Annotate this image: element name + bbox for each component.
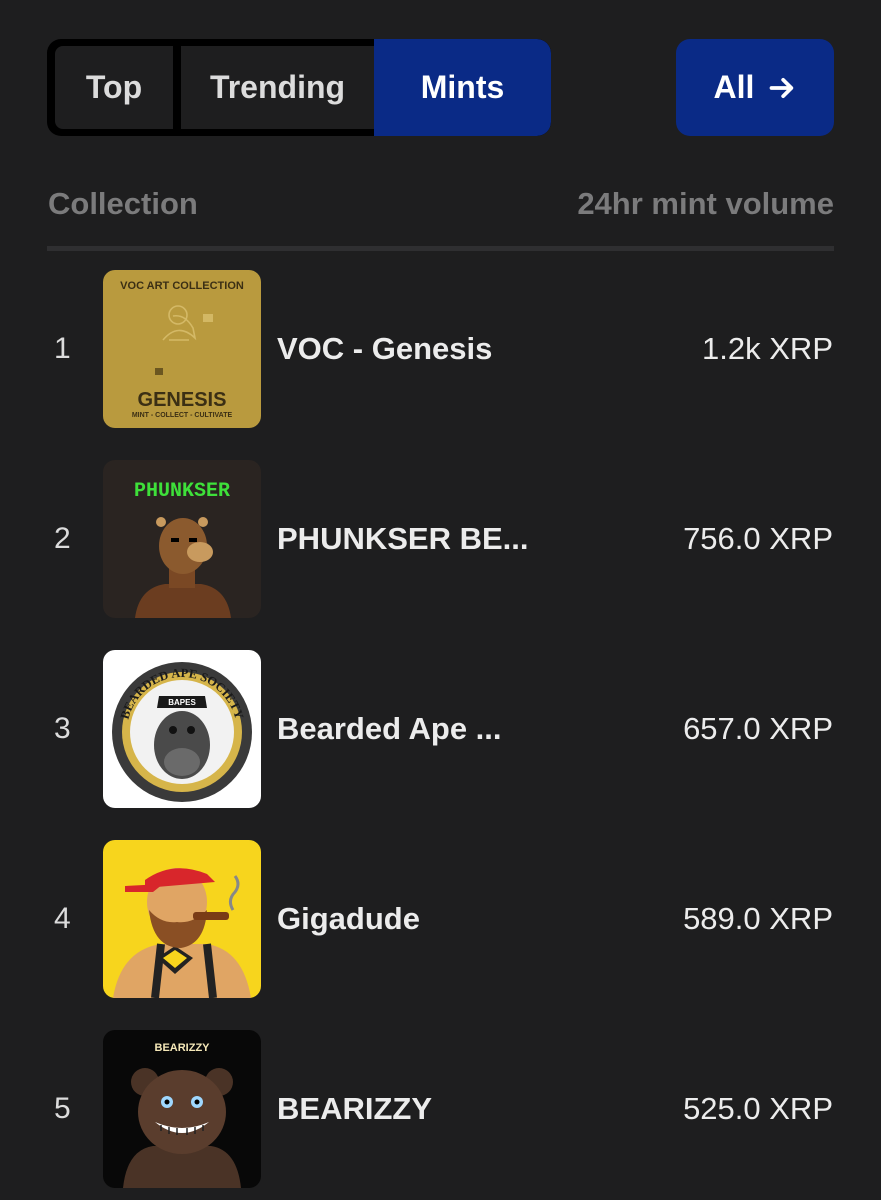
tab-trending[interactable]: Trending: [181, 46, 374, 129]
mint-volume: 657.0 XRP: [683, 711, 833, 746]
table-row[interactable]: 1 VOC ART COLLECTION GENESIS MINT - COLL…: [0, 270, 881, 428]
thumb-top-text: VOC ART COLLECTION: [120, 280, 244, 292]
volume-header: 24hr mint volume: [577, 186, 834, 221]
tab-divider: [173, 39, 181, 136]
table-header: Collection 24hr mint volume: [48, 186, 834, 222]
rank-number: 2: [54, 522, 71, 555]
table-row[interactable]: 3 BEARDED APE SOCIETY BAPES Bearded Ape …: [0, 650, 881, 808]
mint-volume: 1.2k XRP: [702, 331, 833, 366]
collection-thumbnail: [103, 840, 261, 998]
thumb-subtitle: MINT - COLLECT - CULTIVATE: [132, 412, 233, 419]
collection-thumbnail: BEARIZZY: [103, 1030, 261, 1188]
tab-top[interactable]: Top: [55, 46, 173, 129]
rank-number: 5: [54, 1092, 71, 1125]
tab-group: Top Trending Mints: [47, 39, 551, 136]
table-row[interactable]: 2 PHUNKSER PHUNKSER BE... 756.0 XRP: [0, 460, 881, 618]
collection-thumbnail: BEARDED APE SOCIETY BAPES: [103, 650, 261, 808]
collection-thumbnail: PHUNKSER: [103, 460, 261, 618]
collection-name: PHUNKSER BE...: [277, 521, 529, 556]
collection-header: Collection: [48, 186, 198, 221]
collection-name: Gigadude: [277, 901, 420, 936]
all-button[interactable]: All: [676, 39, 834, 136]
arrow-right-icon: [770, 77, 794, 98]
table-row[interactable]: 5 BEARIZZY BEARIZZY 525.0 XRP: [0, 1030, 881, 1188]
collection-thumbnail: VOC ART COLLECTION GENESIS MINT - COLLEC…: [103, 270, 261, 428]
rank-number: 3: [54, 712, 71, 745]
header-divider: [47, 246, 834, 251]
thumb-title: PHUNKSER: [134, 480, 230, 503]
thumb-title: BEARIZZY: [155, 1042, 211, 1054]
tab-mints[interactable]: Mints: [374, 39, 551, 136]
mint-volume: 589.0 XRP: [683, 901, 833, 936]
collection-name: BEARIZZY: [277, 1091, 432, 1126]
collection-name: VOC - Genesis: [277, 331, 493, 366]
mint-volume: 525.0 XRP: [683, 1091, 833, 1126]
collection-name: Bearded Ape ...: [277, 711, 502, 746]
rank-number: 4: [54, 902, 71, 935]
thumb-cap-text: BAPES: [168, 698, 196, 707]
thumb-title: GENESIS: [138, 389, 227, 411]
all-button-label: All: [713, 69, 755, 105]
mint-volume: 756.0 XRP: [683, 521, 833, 556]
table-row[interactable]: 4 Gigadude 589.0 XRP: [0, 840, 881, 998]
rank-number: 1: [54, 332, 71, 365]
